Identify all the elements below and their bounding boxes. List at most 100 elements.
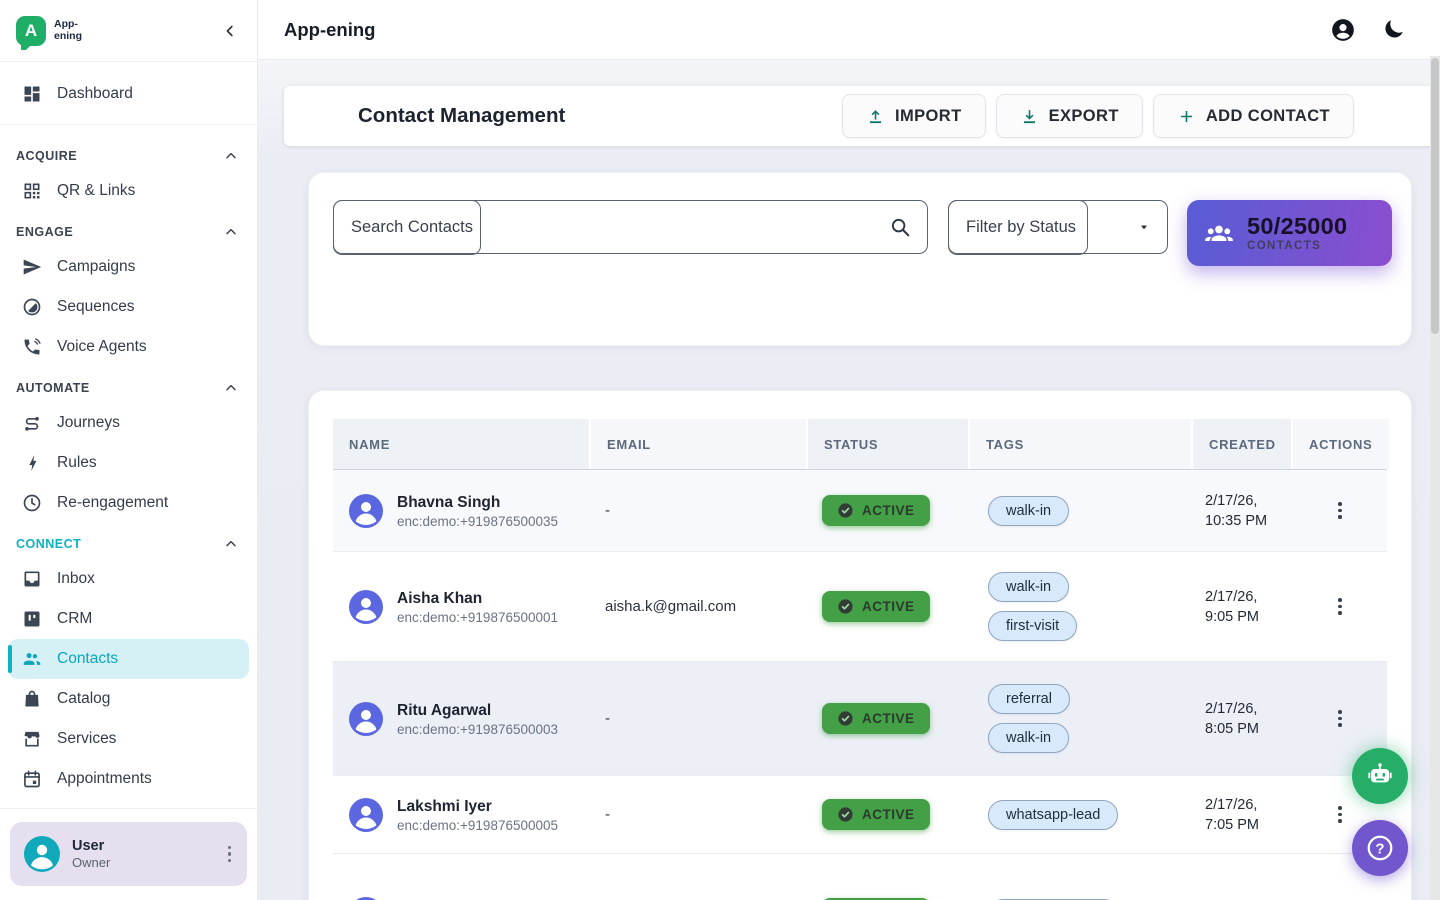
chevron-left-icon bbox=[221, 22, 239, 40]
status-label: ACTIVE bbox=[862, 711, 915, 726]
created-value: 2/17/26, 7:05 PM bbox=[1205, 795, 1259, 835]
sidebar-item-journeys[interactable]: Journeys bbox=[0, 403, 257, 443]
people-icon bbox=[22, 649, 42, 669]
contacts-count-badge: 50/25000 CONTACTS bbox=[1187, 200, 1392, 266]
column-header-email: EMAIL bbox=[589, 419, 806, 469]
sidebar-item-label: Inbox bbox=[57, 570, 95, 588]
help-fab[interactable]: ? bbox=[1352, 820, 1408, 876]
sidebar-item-catalog[interactable]: Catalog bbox=[0, 679, 257, 719]
import-label: IMPORT bbox=[895, 107, 962, 126]
contact-identity: Lakshmi Iyer enc:demo:+919876500005 bbox=[397, 796, 558, 833]
created-cell: 2/17/26, 7:05 PM bbox=[1191, 776, 1291, 853]
section-label: AUTOMATE bbox=[16, 381, 90, 395]
contact-avatar bbox=[349, 798, 383, 832]
export-button[interactable]: EXPORT bbox=[996, 94, 1143, 138]
check-circle-icon bbox=[837, 502, 854, 519]
vertical-scrollbar[interactable] bbox=[1430, 56, 1440, 900]
column-header-created: CREATED bbox=[1191, 419, 1291, 469]
contact-avatar bbox=[349, 590, 383, 624]
dark-mode-toggle[interactable] bbox=[1382, 17, 1408, 43]
robot-icon bbox=[1366, 762, 1394, 790]
sidebar-footer: User Owner bbox=[0, 808, 257, 900]
user-menu-button[interactable] bbox=[224, 842, 236, 867]
tags-cell: campaign-lead bbox=[968, 854, 1191, 900]
sidebar-item-label: Rules bbox=[57, 454, 97, 472]
chevron-up-icon[interactable] bbox=[223, 380, 239, 396]
chevron-up-icon[interactable] bbox=[223, 536, 239, 552]
column-header-actions: ACTIONS bbox=[1291, 419, 1389, 469]
section-label: CONNECT bbox=[16, 537, 81, 551]
caret-down-icon bbox=[1136, 219, 1152, 235]
name-cell: Bhavna Singh enc:demo:+919876500035 bbox=[333, 470, 589, 551]
import-button[interactable]: IMPORT bbox=[842, 94, 986, 138]
logo-line1: App- bbox=[54, 19, 82, 31]
sidebar-item-services[interactable]: Services bbox=[0, 719, 257, 759]
scrollbar-thumb[interactable] bbox=[1431, 58, 1439, 334]
search-input[interactable]: Search Contacts bbox=[333, 200, 928, 254]
table-row: Lakshmi Iyer enc:demo:+919876500005 - AC… bbox=[333, 776, 1387, 854]
sidebar-item-rules[interactable]: Rules bbox=[0, 443, 257, 483]
bolt-icon bbox=[22, 453, 42, 473]
sidebar-collapse-button[interactable] bbox=[221, 22, 239, 40]
table-row: Aisha Khan enc:demo:+919876500001 aisha.… bbox=[333, 552, 1387, 662]
row-actions-button[interactable] bbox=[1334, 802, 1346, 827]
table-row: Bhavna Singh enc:demo:+919876500035 - AC… bbox=[333, 470, 1387, 552]
app-logo-text: App- ening bbox=[54, 19, 82, 42]
sidebar-item-label: Sequences bbox=[57, 298, 135, 316]
table-header-row: NAME EMAIL STATUS TAGS CREATED ACTIONS bbox=[333, 419, 1387, 470]
user-role: Owner bbox=[72, 855, 110, 871]
chatbot-fab[interactable] bbox=[1352, 748, 1408, 804]
kebab-menu-icon bbox=[228, 846, 232, 863]
table-row: Ritu Agarwal enc:demo:+919876500003 - AC… bbox=[333, 662, 1387, 776]
kanban-icon bbox=[22, 609, 42, 629]
main-content: Contact Management IMPORT EXPORT bbox=[258, 60, 1440, 900]
chevron-up-icon[interactable] bbox=[223, 148, 239, 164]
sidebar-item-re-engagement[interactable]: Re-engagement bbox=[0, 483, 257, 523]
account-button[interactable] bbox=[1330, 17, 1356, 43]
chevron-up-icon[interactable] bbox=[223, 224, 239, 240]
table-row: Jyoti Rawat ACTIVE campaign-lead bbox=[333, 854, 1387, 900]
sidebar-item-appointments[interactable]: Appointments bbox=[0, 759, 257, 799]
column-header-tags: TAGS bbox=[968, 419, 1191, 469]
email-cell: - bbox=[589, 776, 806, 853]
calendar-icon bbox=[22, 769, 42, 789]
actions-cell bbox=[1291, 470, 1389, 551]
tags-cell: referral walk-in bbox=[968, 662, 1191, 775]
sidebar-item-qr-links[interactable]: QR & Links bbox=[0, 171, 257, 211]
search-label: Search Contacts bbox=[334, 218, 473, 237]
app-root: A App- ening Dashboard ACQUIRE bbox=[0, 0, 1440, 900]
status-filter-select[interactable]: Filter by Status bbox=[948, 200, 1168, 254]
sidebar-item-dashboard[interactable]: Dashboard bbox=[0, 74, 257, 114]
created-value: 2/17/26, 9:05 PM bbox=[1205, 587, 1259, 627]
row-actions-button[interactable] bbox=[1334, 498, 1346, 523]
account-circle-icon bbox=[1330, 17, 1356, 43]
name-cell: Aisha Khan enc:demo:+919876500001 bbox=[333, 552, 589, 661]
sidebar-item-label: QR & Links bbox=[57, 182, 135, 200]
add-contact-button[interactable]: ADD CONTACT bbox=[1153, 94, 1354, 138]
people-group-icon bbox=[1203, 217, 1235, 249]
status-cell: ACTIVE bbox=[806, 470, 968, 551]
sidebar-section-automate: AUTOMATE bbox=[0, 367, 257, 403]
status-cell: ACTIVE bbox=[806, 776, 968, 853]
row-actions-button[interactable] bbox=[1334, 706, 1346, 731]
sidebar-item-voice-agents[interactable]: Voice Agents bbox=[0, 327, 257, 367]
contact-phone: enc:demo:+919876500005 bbox=[397, 818, 558, 833]
sidebar-item-contacts[interactable]: Contacts bbox=[8, 639, 249, 679]
row-actions-button[interactable] bbox=[1334, 594, 1346, 619]
upload-icon bbox=[866, 107, 885, 126]
section-title: Contact Management bbox=[358, 104, 565, 128]
sidebar-item-sequences[interactable]: Sequences bbox=[0, 287, 257, 327]
contacts-caption: CONTACTS bbox=[1247, 240, 1347, 252]
created-cell: 2/17/26, 8:05 PM bbox=[1191, 662, 1291, 775]
dashboard-icon bbox=[22, 84, 42, 104]
status-badge: ACTIVE bbox=[822, 495, 930, 526]
sidebar-item-inbox[interactable]: Inbox bbox=[0, 559, 257, 599]
contact-name: Ritu Agarwal bbox=[397, 700, 558, 722]
name-cell: Ritu Agarwal enc:demo:+919876500003 bbox=[333, 662, 589, 775]
download-icon bbox=[1020, 107, 1039, 126]
sidebar-item-campaigns[interactable]: Campaigns bbox=[0, 247, 257, 287]
contact-avatar bbox=[349, 702, 383, 736]
topbar-actions bbox=[1330, 17, 1414, 43]
sidebar-item-crm[interactable]: CRM bbox=[0, 599, 257, 639]
contact-phone: enc:demo:+919876500003 bbox=[397, 722, 558, 737]
